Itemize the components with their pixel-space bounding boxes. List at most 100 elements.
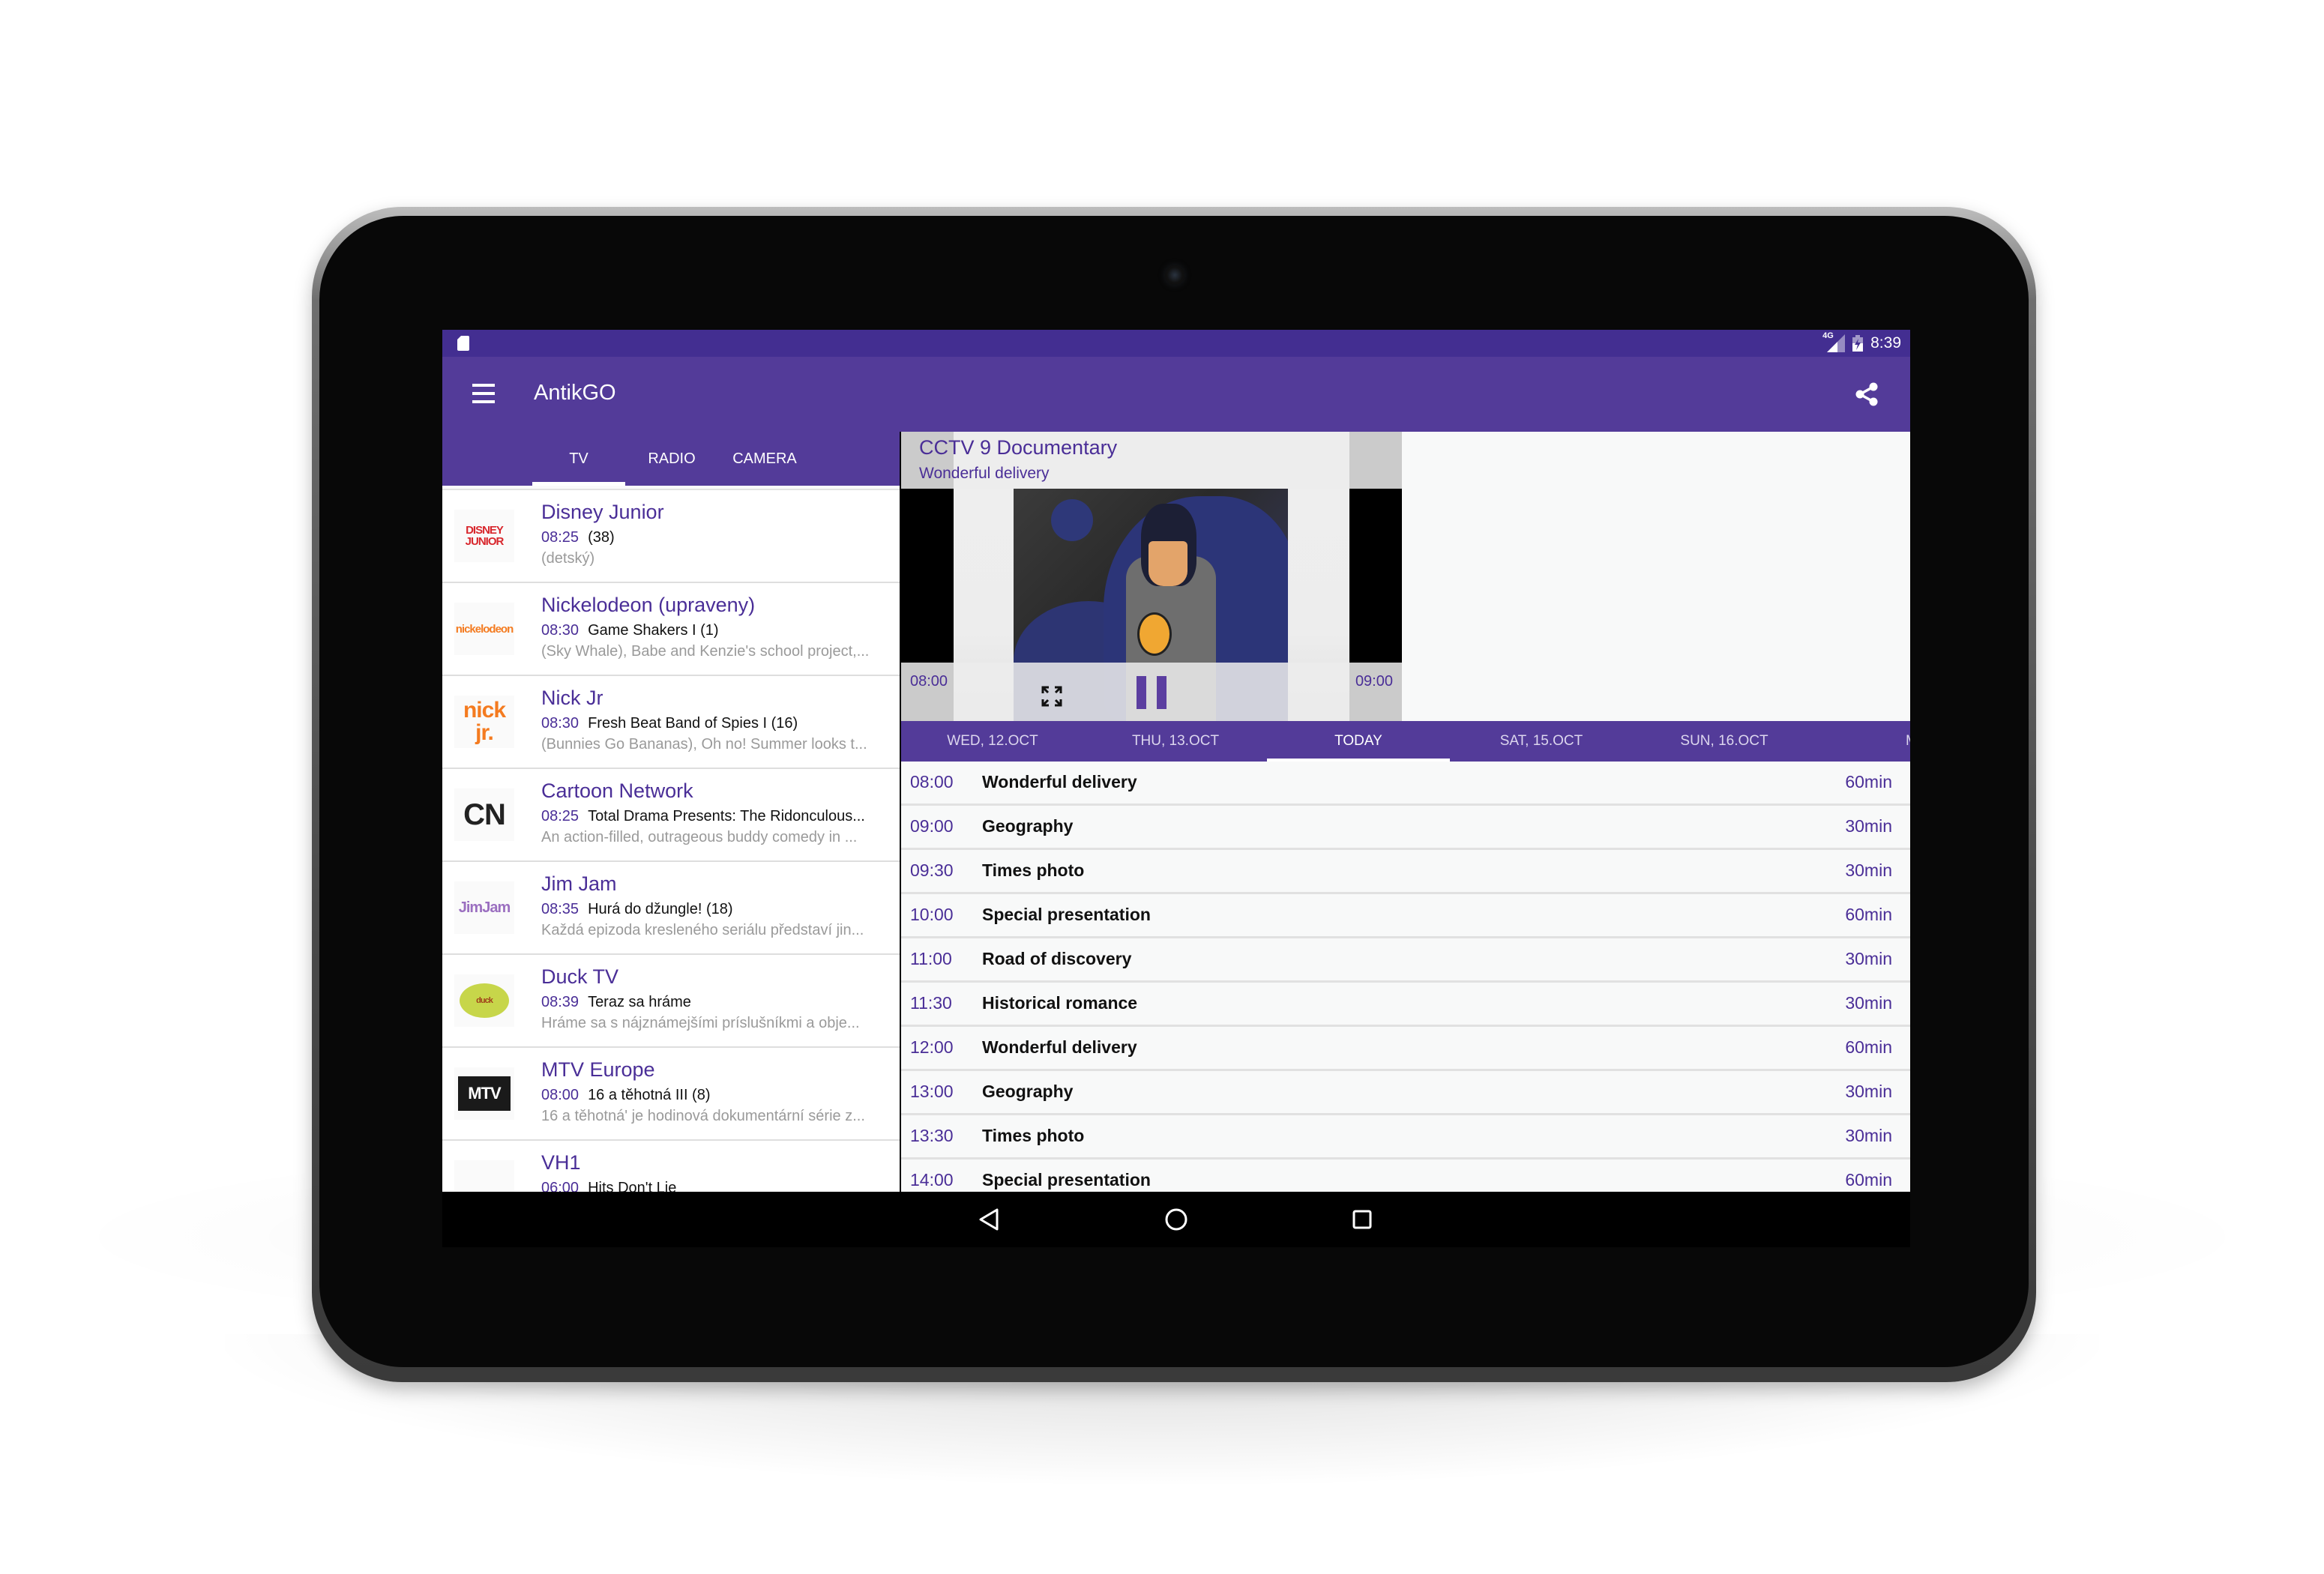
channel-row[interactable]: CN Cartoon Network 08:25 Total Drama Pres… — [442, 769, 900, 862]
current-program: 08:00 16 a těhotná III (8) — [541, 1087, 711, 1104]
date-tab[interactable]: SAT, 15.OCT — [1450, 721, 1633, 762]
schedule-title: Historical romance — [982, 993, 1138, 1013]
schedule-row[interactable]: 09:30 Times photo 30min — [901, 850, 1910, 894]
schedule-duration: 60min — [1845, 905, 1892, 924]
schedule-title: Wonderful delivery — [982, 772, 1137, 791]
channel-name: Nickelodeon (upraveny) — [541, 594, 756, 616]
current-program: 08:30 Game Shakers I (1) — [541, 622, 719, 639]
program-description: An action-filled, outrageous buddy comed… — [541, 829, 858, 845]
tab-tv[interactable]: TV — [532, 432, 625, 486]
back-icon[interactable] — [976, 1207, 1002, 1232]
main-tab-bar: TV RADIO CAMERA — [442, 432, 900, 486]
schedule-duration: 30min — [1845, 860, 1892, 880]
schedule-title: Times photo — [982, 1126, 1085, 1145]
tab-label: RADIO — [648, 450, 696, 467]
channel-name: MTV Europe — [541, 1058, 655, 1081]
status-bar: 4G 8:39 — [442, 330, 1910, 357]
program-time: 08:39 — [541, 994, 580, 1010]
tab-camera[interactable]: CAMERA — [718, 432, 811, 486]
tab-label: CAMERA — [732, 450, 797, 467]
app-title: AntikGO — [534, 381, 616, 405]
battery-charging-icon — [1852, 335, 1864, 352]
program-description: 16 a těhotná' je hodinová dokumentární s… — [541, 1108, 865, 1124]
channel-row[interactable]: nick jr. Nick Jr 08:30 Fresh Beat Band of… — [442, 676, 900, 769]
program-description: Každá epizoda kresleného seriálu předsta… — [541, 922, 864, 938]
system-nav-bar — [442, 1192, 1910, 1247]
channel-logo: JimJam — [454, 881, 514, 934]
schedule-row[interactable]: 08:00 Wonderful delivery 60min — [901, 762, 1910, 806]
current-program: 08:35 Hurá do džungle! (18) — [541, 901, 733, 918]
program-title: Game Shakers I (1) — [588, 622, 719, 639]
schedule-time: 11:30 — [910, 993, 952, 1013]
schedule-row[interactable]: 10:00 Special presentation 60min — [901, 894, 1910, 938]
schedule-duration: 30min — [1845, 816, 1892, 836]
channel-logo: nick jr. — [454, 696, 514, 748]
date-tab[interactable]: WED, 12.OCT — [901, 721, 1084, 762]
channel-name: Jim Jam — [541, 872, 617, 895]
schedule-row[interactable]: 11:00 Road of discovery 30min — [901, 938, 1910, 983]
fullscreen-icon[interactable] — [1041, 685, 1063, 708]
player-program-title: Wonderful delivery — [919, 465, 1050, 482]
date-tab[interactable]: M — [1816, 721, 1910, 762]
player-channel-name: CCTV 9 Documentary — [919, 436, 1118, 459]
channel-logo: CN — [454, 788, 514, 841]
schedule-row[interactable]: 13:00 Geography 30min — [901, 1071, 1910, 1115]
schedule-title: Wonderful delivery — [982, 1037, 1137, 1057]
share-icon[interactable] — [1853, 381, 1880, 408]
recents-icon[interactable] — [1349, 1207, 1375, 1232]
video-player[interactable]: CCTV 9 Documentary Wonderful delivery 08… — [901, 432, 1402, 721]
program-schedule: 08:00 Wonderful delivery 60min 09:00 Geo… — [901, 762, 1910, 1192]
channel-logo: DISNEY JUNIOR — [454, 510, 514, 562]
current-program: 08:25 Total Drama Presents: The Ridonculo… — [541, 808, 865, 825]
date-tab[interactable]: THU, 13.OCT — [1084, 721, 1267, 762]
schedule-row[interactable]: 12:00 Wonderful delivery 60min — [901, 1027, 1910, 1071]
schedule-title: Times photo — [982, 860, 1085, 880]
channel-row[interactable]: DISNEY JUNIOR Disney Junior 08:25 (38) (d… — [442, 490, 900, 583]
program-description: (Bunnies Go Bananas), Oh no! Summer look… — [541, 736, 867, 753]
date-tab-today[interactable]: TODAY — [1267, 721, 1450, 762]
date-tab-bar: WED, 12.OCT THU, 13.OCT TODAY SAT, 15.OC… — [901, 721, 1910, 762]
channel-name: Disney Junior — [541, 501, 664, 523]
schedule-time: 09:00 — [910, 816, 954, 836]
status-icons: 4G 8:39 — [1822, 331, 1901, 354]
schedule-time: 12:00 — [910, 1037, 954, 1057]
signal-icon: 4G — [1822, 331, 1846, 352]
tab-radio[interactable]: RADIO — [625, 432, 718, 486]
program-title: Total Drama Presents: The Ridonculous... — [588, 808, 865, 824]
hamburger-menu-icon[interactable] — [472, 384, 495, 403]
app-bar: AntikGO — [442, 357, 1910, 432]
schedule-duration: 30min — [1845, 1126, 1892, 1145]
channel-row[interactable]: duck Duck TV 08:39 Teraz sa hráme Hráme s… — [442, 955, 900, 1048]
schedule-title: Geography — [982, 816, 1074, 836]
program-title: Hurá do džungle! (18) — [588, 901, 733, 917]
current-program: 06:00 Hits Don't Lie — [541, 1180, 676, 1192]
front-camera-icon — [1165, 265, 1184, 285]
program-time: 08:25 — [541, 529, 580, 546]
schedule-time: 09:30 — [910, 860, 954, 880]
channel-row[interactable]: JimJam Jim Jam 08:35 Hurá do džungle! (18… — [442, 862, 900, 955]
pause-icon[interactable] — [1137, 676, 1166, 709]
device-screen: 4G 8:39 AntikGO TV RADIO CAMERA DISNEY J… — [442, 330, 1910, 1247]
schedule-row[interactable]: 11:30 Historical romance 30min — [901, 983, 1910, 1027]
channel-row[interactable]: MTV MTV Europe 08:00 16 a těhotná III (8)… — [442, 1048, 900, 1141]
channel-row[interactable]: nickelodeon Nickelodeon (upraveny) 08:30… — [442, 583, 900, 676]
schedule-row[interactable]: 14:00 Special presentation 60min — [901, 1160, 1910, 1192]
schedule-duration: 30min — [1845, 1082, 1892, 1101]
schedule-title: Geography — [982, 1082, 1074, 1101]
schedule-duration: 30min — [1845, 949, 1892, 968]
program-title: (38) — [588, 529, 615, 546]
program-time: 06:00 — [541, 1180, 580, 1192]
schedule-title: Road of discovery — [982, 949, 1132, 968]
channel-row[interactable]: VH1 VH1 06:00 Hits Don't Lie — [442, 1141, 900, 1192]
home-icon[interactable] — [1163, 1207, 1189, 1232]
schedule-row[interactable]: 09:00 Geography 30min — [901, 806, 1910, 850]
program-start-time: 08:00 — [910, 673, 948, 690]
schedule-duration: 60min — [1845, 1170, 1892, 1189]
program-description: (Sky Whale), Babe and Kenzie's school pr… — [541, 643, 870, 660]
schedule-row[interactable]: 13:30 Times photo 30min — [901, 1115, 1910, 1160]
date-tab[interactable]: SUN, 16.OCT — [1633, 721, 1816, 762]
current-program: 08:25 (38) — [541, 529, 615, 546]
current-program: 08:39 Teraz sa hráme — [541, 994, 691, 1011]
channel-name: Nick Jr — [541, 687, 603, 709]
program-time: 08:30 — [541, 622, 580, 639]
